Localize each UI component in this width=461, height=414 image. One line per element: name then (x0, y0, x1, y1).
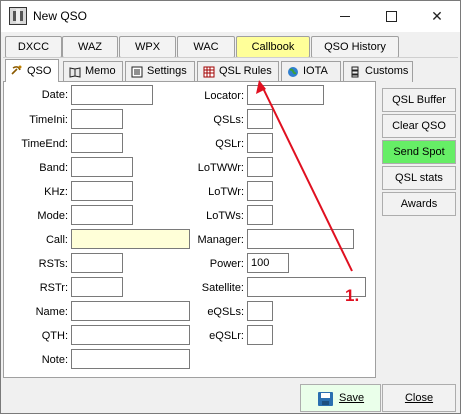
book-icon (69, 67, 81, 78)
qth-field[interactable] (71, 325, 190, 345)
power-field[interactable]: 100 (247, 253, 289, 273)
globe-icon (288, 67, 298, 77)
new-qso-window: New QSO ✕ DXCC WAZ WPX WAC Callbook QSO … (0, 0, 461, 414)
tab-wac[interactable]: WAC (177, 36, 235, 58)
date-field[interactable] (71, 85, 153, 105)
manager-field[interactable] (247, 229, 354, 249)
eqsls-label: eQSLs: (207, 306, 244, 318)
title-bar[interactable]: New QSO ✕ (1, 1, 460, 32)
time-ini-field[interactable] (71, 109, 123, 129)
tab-divider (3, 57, 458, 58)
satellite-label: Satellite: (201, 282, 244, 294)
lotw-wr-label: LoTWWr: (197, 162, 244, 174)
tab-qso-history[interactable]: QSO History (311, 36, 399, 58)
maximize-button[interactable] (368, 1, 414, 31)
rsts-label: RSTs: (38, 258, 68, 270)
band-field[interactable] (71, 157, 133, 177)
subtab-qso[interactable]: QSO (5, 59, 59, 82)
mode-field[interactable] (71, 205, 133, 225)
window-title: New QSO (33, 9, 88, 23)
qslr-field[interactable] (247, 133, 273, 153)
date-label: Date: (41, 89, 68, 101)
tab-callbook[interactable]: Callbook (236, 36, 310, 58)
name-field[interactable] (71, 301, 190, 321)
tab-waz[interactable]: WAZ (62, 36, 118, 58)
time-end-field[interactable] (71, 133, 123, 153)
stack-icon (351, 66, 359, 78)
power-label: Power: (209, 258, 244, 270)
khz-field[interactable] (71, 181, 133, 201)
manager-label: Manager: (197, 234, 244, 246)
list-icon (131, 66, 143, 78)
locator-field[interactable] (247, 85, 324, 105)
rstr-field[interactable] (71, 277, 123, 297)
qslr-label: QSLr: (215, 138, 244, 150)
qsls-label: QSLs: (213, 114, 244, 126)
eqsls-field[interactable] (247, 301, 273, 321)
subtab-memo[interactable]: Memo (63, 61, 123, 82)
app-icon (9, 7, 27, 25)
rstr-label: RSTr: (39, 282, 68, 294)
annotation-label: 1. (345, 286, 360, 305)
tab-wpx[interactable]: WPX (119, 36, 176, 58)
subtab-customs[interactable]: Customs (343, 61, 413, 82)
qsl-stats-button[interactable]: QSL stats (382, 166, 456, 190)
call-label: Call: (45, 234, 68, 246)
close-icon: ✕ (431, 8, 443, 24)
name-label: Name: (35, 306, 68, 318)
minimize-button[interactable] (322, 1, 368, 31)
close-button[interactable]: Close (382, 384, 456, 412)
lotw-r-field[interactable] (247, 181, 273, 201)
subtab-qsl-rules[interactable]: QSL Rules (197, 61, 279, 82)
eqslr-field[interactable] (247, 325, 273, 345)
save-button[interactable]: Save (300, 384, 381, 412)
locator-label: Locator: (204, 90, 244, 102)
khz-label: KHz: (44, 186, 68, 198)
awards-button[interactable]: Awards (382, 192, 456, 216)
mode-label: Mode: (37, 210, 68, 222)
clear-qso-button[interactable]: Clear QSO (382, 114, 456, 138)
time-end-label: TimeEnd: (21, 138, 68, 150)
time-ini-label: TimeIni: (29, 114, 68, 126)
calendar-grid-icon (203, 66, 215, 78)
send-spot-button[interactable]: Send Spot (382, 140, 456, 164)
lotw-wr-field[interactable] (247, 157, 273, 177)
subtab-iota[interactable]: IOTA (281, 61, 341, 82)
satellite-dish-icon (11, 65, 22, 75)
tab-dxcc[interactable]: DXCC (5, 36, 62, 58)
close-window-button[interactable]: ✕ (414, 1, 460, 31)
lotw-s-field[interactable] (247, 205, 273, 225)
qth-label: QTH: (41, 330, 68, 342)
qsl-buffer-button[interactable]: QSL Buffer (382, 88, 456, 112)
subtab-settings[interactable]: Settings (125, 61, 195, 82)
note-label: Note: (41, 354, 68, 366)
note-field[interactable] (71, 349, 190, 369)
floppy-disk-icon (318, 392, 333, 406)
call-field[interactable] (71, 229, 190, 249)
lotw-r-label: LoTWr: (208, 186, 244, 198)
lotw-s-label: LoTWs: (206, 210, 244, 222)
band-label: Band: (39, 162, 68, 174)
qsls-field[interactable] (247, 109, 273, 129)
eqslr-label: eQSLr: (209, 330, 244, 342)
rsts-field[interactable] (71, 253, 123, 273)
